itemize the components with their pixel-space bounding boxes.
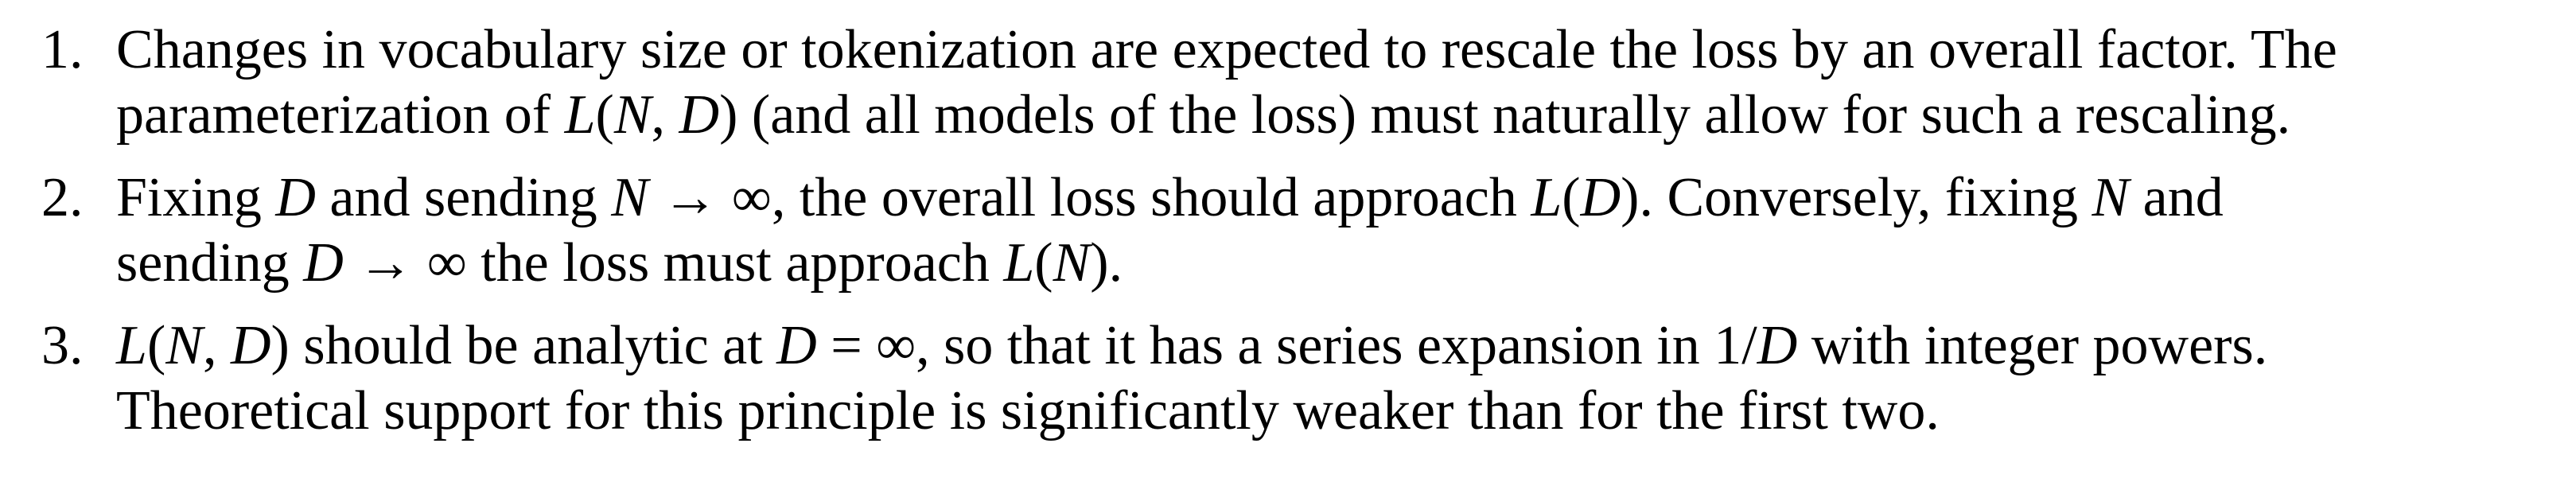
list-number: 1. — [41, 19, 84, 80]
list-number: 3. — [41, 315, 84, 376]
list-item-2: 2. Fixing D and sending N → ∞, the overa… — [0, 165, 2576, 296]
document-page: 1. Changes in vocabulary size or tokeniz… — [0, 0, 2576, 490]
text-line: sending D → ∞ the loss must approach L(N… — [116, 232, 1123, 294]
list-item-3: 3. L(N, D) should be analytic at D = ∞, … — [0, 313, 2576, 444]
text-line: Theoretical support for this principle i… — [116, 380, 1940, 441]
list-item-1: 1. Changes in vocabulary size or tokeniz… — [0, 18, 2576, 148]
numbered-list: 1. Changes in vocabulary size or tokeniz… — [0, 18, 2576, 461]
text-line: Changes in vocabulary size or tokenizati… — [116, 19, 2337, 80]
text-line: Fixing D and sending N → ∞, the overall … — [116, 167, 2224, 228]
text-line: L(N, D) should be analytic at D = ∞, so … — [116, 315, 2268, 376]
text-line: parameterization of L(N, D) (and all mod… — [116, 84, 2291, 146]
list-number: 2. — [41, 167, 84, 228]
